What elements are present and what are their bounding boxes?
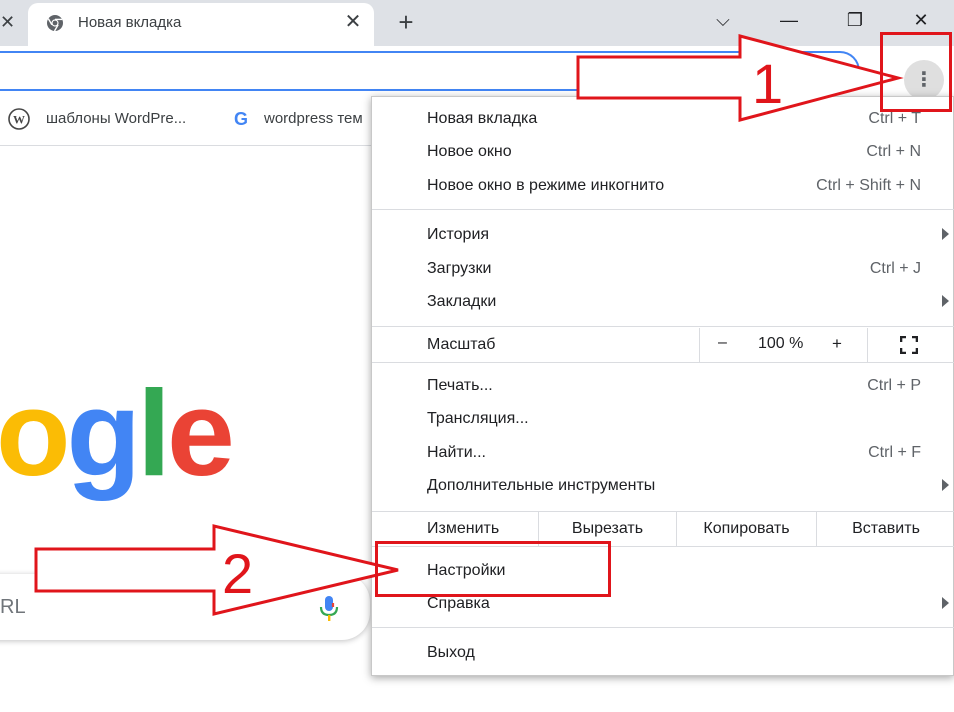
zoom-label: Масштаб xyxy=(427,336,496,353)
tab-new-tab[interactable]: Новая вкладка ✕ xyxy=(28,3,374,46)
menu-item-find[interactable]: Найти... Ctrl + F xyxy=(372,437,954,470)
logo-letter-g: g xyxy=(66,365,142,501)
menu-divider xyxy=(372,209,954,210)
bookmark-wordpress-templates[interactable]: шаблоны WordPre... xyxy=(46,110,186,127)
menu-item-bookmarks[interactable]: Закладки xyxy=(372,286,954,319)
address-bar[interactable] xyxy=(0,51,860,91)
menu-item-label: Найти... xyxy=(427,444,486,461)
search-placeholder: RL xyxy=(0,596,26,618)
annotation-number-1: 1 xyxy=(752,52,784,115)
copy-button[interactable]: Копировать xyxy=(676,512,816,546)
menu-item-shortcut: Ctrl + F xyxy=(868,444,921,461)
menu-item-label: Закладки xyxy=(427,293,497,310)
toolbar: ⋮ xyxy=(0,46,954,100)
menu-item-label: Дополнительные инструменты xyxy=(427,477,656,494)
new-tab-button[interactable]: + xyxy=(392,8,420,36)
tab-strip: ✕ Новая вкладка ✕ + ⌵ — ❐ ✕ xyxy=(0,0,954,46)
svg-text:W: W xyxy=(13,113,25,127)
fullscreen-icon xyxy=(900,336,918,354)
submenu-arrow-icon xyxy=(942,479,949,491)
menu-item-label: Загрузки xyxy=(427,260,492,277)
highlight-settings-item xyxy=(375,541,611,597)
zoom-controls: – 100 % + xyxy=(699,328,867,362)
microphone-icon[interactable] xyxy=(316,594,342,622)
menu-item-new-tab[interactable]: Новая вкладка Ctrl + T xyxy=(372,103,954,136)
menu-item-history[interactable]: История xyxy=(372,219,954,252)
logo-letter-e: e xyxy=(166,365,235,501)
menu-item-more-tools[interactable]: Дополнительные инструменты xyxy=(372,470,954,503)
menu-item-label: Справка xyxy=(427,595,490,612)
logo-letter-o: o xyxy=(0,365,71,501)
menu-item-label: Выход xyxy=(427,644,475,661)
restore-button[interactable]: ❐ xyxy=(832,6,878,34)
chrome-icon xyxy=(47,15,63,32)
tab-close-icon[interactable]: ✕ xyxy=(342,11,364,33)
fullscreen-button[interactable] xyxy=(867,328,954,362)
menu-item-cast[interactable]: Трансляция... xyxy=(372,403,954,436)
previous-tab-close-icon[interactable]: ✕ xyxy=(0,10,15,34)
window-close-button[interactable]: ✕ xyxy=(898,6,944,34)
menu-item-downloads[interactable]: Загрузки Ctrl + J xyxy=(372,253,954,286)
menu-item-label: Печать... xyxy=(427,377,493,394)
zoom-value: 100 % xyxy=(758,335,804,352)
menu-item-label: Новое окно в режиме инкогнито xyxy=(427,177,665,194)
menu-divider xyxy=(372,362,954,363)
menu-item-shortcut: Ctrl + Shift + N xyxy=(816,177,921,194)
menu-item-shortcut: Ctrl + N xyxy=(866,143,921,160)
minimize-button[interactable]: — xyxy=(766,6,812,34)
menu-item-new-incognito-window[interactable]: Новое окно в режиме инкогнито Ctrl + Shi… xyxy=(372,170,954,203)
menu-item-label: История xyxy=(427,226,490,243)
menu-item-label: Новая вкладка xyxy=(427,110,538,127)
google-logo: ogle xyxy=(0,372,235,494)
submenu-arrow-icon xyxy=(942,228,949,240)
menu-item-shortcut: Ctrl + T xyxy=(868,110,921,127)
search-box[interactable]: RL xyxy=(0,574,370,640)
submenu-arrow-icon xyxy=(942,597,949,609)
zoom-out-button[interactable]: – xyxy=(718,334,727,352)
menu-item-shortcut: Ctrl + P xyxy=(867,377,921,394)
menu-item-label: Трансляция... xyxy=(427,410,529,427)
google-g-icon: G xyxy=(234,109,248,129)
wordpress-icon: W xyxy=(8,108,30,130)
menu-divider xyxy=(372,326,954,327)
menu-item-shortcut: Ctrl + J xyxy=(869,260,921,277)
zoom-in-button[interactable]: + xyxy=(832,334,842,354)
tab-title: Новая вкладка xyxy=(78,14,182,31)
annotation-number-2: 2 xyxy=(222,542,254,605)
highlight-menu-button xyxy=(880,32,952,112)
menu-divider xyxy=(372,627,954,628)
tab-search-icon[interactable]: ⌵ xyxy=(700,6,746,34)
paste-button[interactable]: Вставить xyxy=(816,512,954,546)
logo-letter-l: l xyxy=(137,365,171,501)
bookmark-wordpress-themes[interactable]: wordpress тем xyxy=(264,110,363,127)
menu-zoom-row: Масштаб – 100 % + xyxy=(372,328,954,362)
menu-item-label: Новое окно xyxy=(427,143,512,160)
submenu-arrow-icon xyxy=(942,295,949,307)
menu-item-exit[interactable]: Выход xyxy=(372,637,954,670)
menu-item-print[interactable]: Печать... Ctrl + P xyxy=(372,370,954,403)
svg-text:G: G xyxy=(234,109,248,129)
menu-item-new-window[interactable]: Новое окно Ctrl + N xyxy=(372,136,954,169)
